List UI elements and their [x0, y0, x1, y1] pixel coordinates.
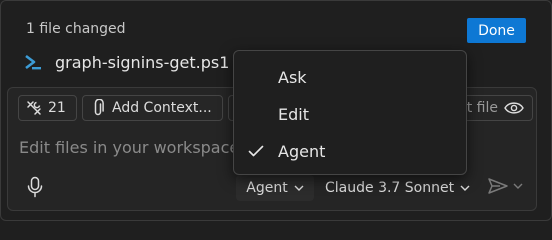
tools-icon: [27, 101, 41, 115]
mode-option-agent[interactable]: Agent: [234, 133, 466, 169]
chevron-down-icon: [294, 185, 304, 191]
microphone-button[interactable]: [25, 176, 45, 198]
model-label: Claude 3.7 Sonnet: [325, 180, 455, 196]
microphone-icon: [27, 176, 43, 198]
mode-option-label: Edit: [278, 104, 309, 124]
mode-option-ask[interactable]: Ask: [234, 59, 466, 95]
powershell-file-icon: [23, 51, 45, 73]
changed-file-item[interactable]: graph-signins-get.ps1: [23, 51, 229, 73]
paperclip-icon: [94, 99, 104, 116]
mode-dropdown-menu: Ask Edit Agent: [233, 50, 467, 175]
checkmark-icon: [234, 145, 278, 157]
files-changed-label: 1 file changed: [26, 21, 126, 37]
mode-option-edit[interactable]: Edit: [234, 96, 466, 132]
add-context-label: Add Context...: [112, 100, 212, 116]
done-button[interactable]: Done: [467, 18, 526, 43]
chevron-down-icon: [460, 185, 470, 191]
mode-label: Agent: [246, 180, 288, 196]
send-icon: [488, 178, 508, 194]
mode-picker-button[interactable]: Agent: [236, 175, 314, 201]
eye-icon: [504, 102, 524, 114]
tools-count: 21: [48, 100, 66, 116]
chat-edit-panel: 1 file changed Done graph-signins-get.ps…: [0, 0, 552, 221]
mode-option-label: Ask: [278, 67, 307, 87]
file-name: graph-signins-get.ps1: [55, 52, 230, 72]
tools-button[interactable]: 21: [18, 95, 77, 121]
current-file-label: t file: [466, 100, 498, 116]
add-context-button[interactable]: Add Context...: [82, 95, 223, 121]
send-options-chevron-icon[interactable]: [513, 183, 523, 190]
model-picker-button[interactable]: Claude 3.7 Sonnet: [325, 175, 470, 201]
mode-option-label: Agent: [278, 141, 326, 161]
send-button[interactable]: [487, 177, 523, 195]
chat-input-placeholder[interactable]: Edit files in your workspace: [19, 138, 249, 157]
